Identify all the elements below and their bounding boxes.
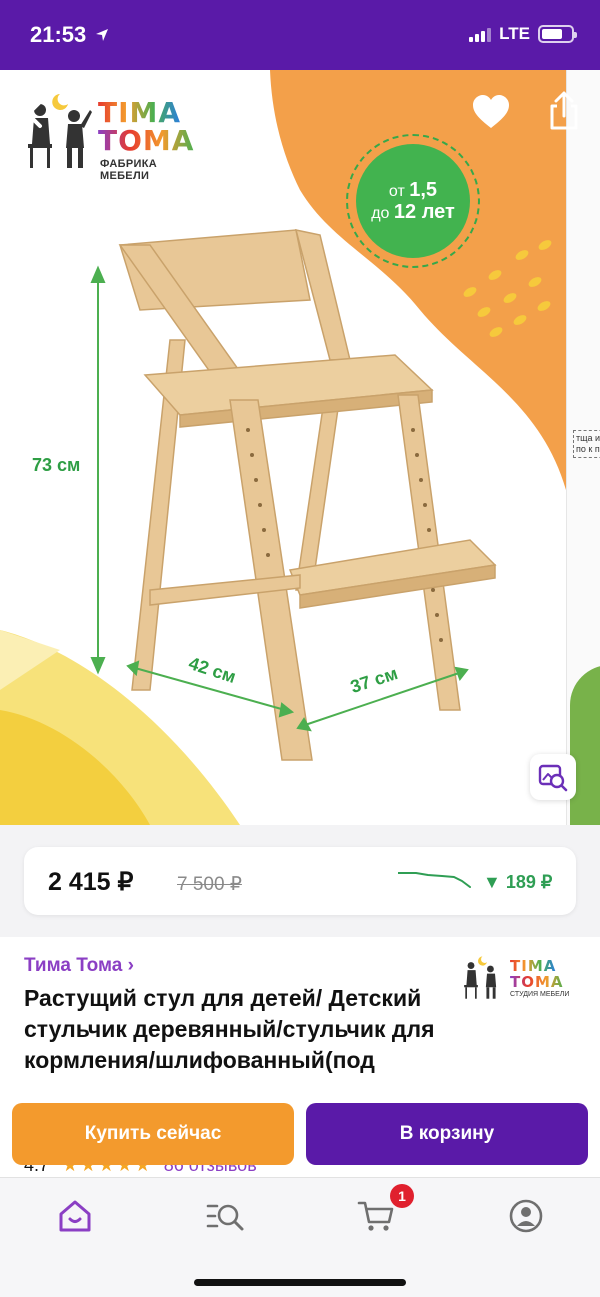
brand-logo-line-2: TOMA bbox=[510, 973, 564, 991]
network-type: LTE bbox=[499, 24, 530, 43]
age-from-value: 1,5 bbox=[409, 179, 438, 201]
price-history-graph-icon bbox=[398, 872, 471, 888]
share-button[interactable] bbox=[542, 90, 586, 134]
product-title: Растущий стул для детей/ Детский стульчи… bbox=[24, 985, 435, 1073]
current-price: 2 415 ₽ bbox=[48, 868, 134, 896]
image-search-button[interactable] bbox=[530, 754, 576, 800]
next-slide-shape bbox=[570, 665, 600, 825]
product-photo bbox=[0, 70, 566, 825]
home-icon bbox=[59, 1200, 91, 1232]
status-time-text: 21:53 bbox=[30, 22, 87, 47]
dimension-height-label: 73 см bbox=[32, 455, 81, 475]
back-chevron-icon bbox=[26, 100, 42, 128]
brand-logo-line-2-text: TOMA bbox=[510, 973, 564, 991]
age-to-prefix: до bbox=[371, 205, 390, 222]
battery-icon bbox=[538, 25, 577, 43]
tab-bar: 1 bbox=[0, 1177, 600, 1297]
price-area: 2 415 ₽ 7 500 ₽ ▼ 189 ₽ bbox=[0, 825, 600, 937]
product-image-carousel[interactable]: тща и по к по TIMA TOMA ФАБРИКА bbox=[0, 70, 600, 825]
home-indicator bbox=[194, 1279, 406, 1286]
tab-catalog[interactable] bbox=[203, 1194, 247, 1238]
image-search-icon bbox=[538, 764, 568, 792]
age-line-2: до 12 лет bbox=[371, 201, 455, 223]
cart-icon bbox=[357, 1201, 394, 1231]
catalog-search-icon bbox=[206, 1204, 244, 1231]
age-badge-inner: от 1,5 до 12 лет bbox=[356, 144, 470, 258]
age-badge: от 1,5 до 12 лет bbox=[346, 134, 480, 268]
brand-logo[interactable]: TIMA TOMA СТУДИЯ МЕБЕЛИ bbox=[460, 951, 580, 999]
back-button[interactable] bbox=[18, 96, 54, 132]
brand-link[interactable]: Тима Тома › bbox=[24, 955, 134, 977]
status-indicators: LTE bbox=[469, 24, 577, 44]
logo-line-2-text: TOMA bbox=[98, 124, 195, 157]
status-time: 21:53 bbox=[30, 22, 110, 48]
add-to-cart-button[interactable]: В корзину bbox=[306, 1103, 588, 1165]
buy-now-button[interactable]: Купить сейчас bbox=[12, 1103, 294, 1165]
cart-badge: 1 bbox=[390, 1184, 414, 1208]
tab-home[interactable] bbox=[53, 1194, 97, 1238]
share-icon bbox=[550, 91, 578, 130]
tab-profile[interactable] bbox=[504, 1194, 548, 1238]
price-drop: ▼ 189 ₽ bbox=[483, 872, 553, 892]
heart-icon bbox=[473, 95, 509, 128]
old-price: 7 500 ₽ bbox=[177, 874, 242, 895]
location-arrow-icon bbox=[96, 29, 109, 41]
age-line-1: от 1,5 bbox=[389, 179, 437, 201]
favorite-button[interactable] bbox=[470, 92, 512, 134]
logo-line-2: TOMA bbox=[98, 124, 194, 157]
next-slide-text: тща и по к по bbox=[573, 430, 600, 458]
age-from-prefix: от bbox=[388, 183, 405, 200]
status-bar: 21:53 LTE bbox=[0, 0, 600, 70]
next-slide-preview[interactable]: тща и по к по bbox=[566, 70, 600, 825]
logo-subtitle: ФАБРИКА МЕБЕЛИ bbox=[100, 158, 157, 182]
cellular-signal-icon bbox=[469, 26, 492, 42]
battery-level bbox=[542, 29, 562, 39]
profile-icon bbox=[509, 1199, 543, 1233]
brand-logo-subtitle: СТУДИЯ МЕБЕЛИ bbox=[510, 991, 570, 998]
kids-silhouette-icon bbox=[464, 956, 497, 999]
age-to-value: 12 лет bbox=[393, 201, 455, 223]
price-card[interactable]: 2 415 ₽ 7 500 ₽ ▼ 189 ₽ bbox=[24, 847, 576, 915]
